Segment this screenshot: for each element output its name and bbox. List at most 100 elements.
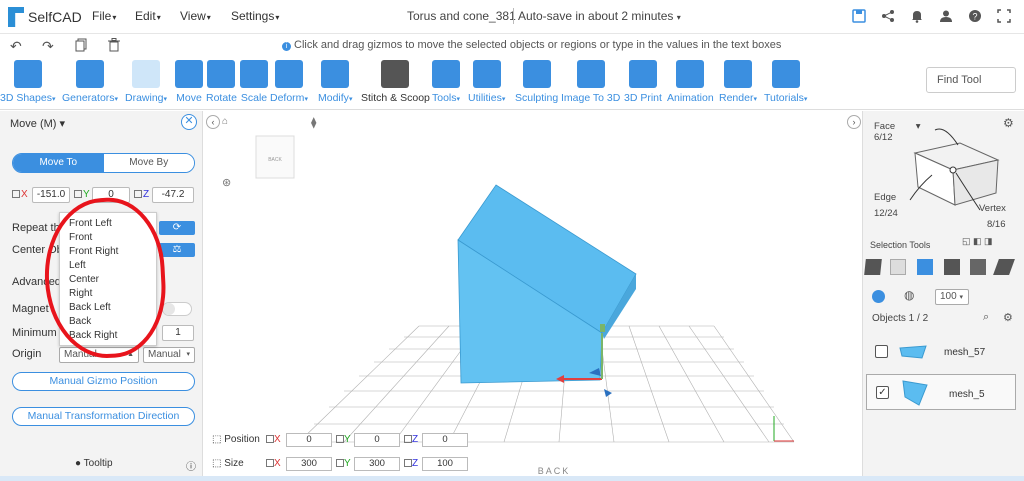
size-y-input[interactable]: 300 xyxy=(354,457,400,471)
x-input[interactable]: -151.0 xyxy=(32,187,70,203)
tool-render[interactable]: Render▾ xyxy=(719,60,757,110)
undo-icon[interactable]: ↶ xyxy=(10,38,22,55)
tool-stitch-scoop[interactable]: Stitch & Scoop xyxy=(361,60,430,110)
magnet-toggle[interactable] xyxy=(162,302,192,316)
tool-3d-print[interactable]: 3D Print xyxy=(624,60,662,110)
size-icon: ⬚ xyxy=(212,458,222,469)
copy-icon[interactable] xyxy=(75,38,87,55)
pos-z-check[interactable]: Z xyxy=(404,434,418,445)
object-name: mesh_5 xyxy=(949,389,985,400)
manual-gizmo-button[interactable]: Manual Gizmo Position xyxy=(12,372,195,391)
select-face-icon[interactable] xyxy=(917,259,933,275)
collapse-right-icon[interactable]: › xyxy=(847,115,861,129)
perspective-icon[interactable]: ⧫ xyxy=(311,116,316,129)
app-name: SelfCAD xyxy=(28,9,82,25)
selection-mode-cube[interactable] xyxy=(900,125,1010,215)
select-edge-icon[interactable] xyxy=(944,259,960,275)
z-input[interactable]: -47.2 xyxy=(152,187,194,203)
tool-3d-shapes[interactable]: 3D Shapes▾ xyxy=(0,60,55,110)
menu-file[interactable]: File▾ xyxy=(92,9,116,23)
close-panel-icon[interactable]: ✕ xyxy=(181,114,197,130)
select-mesh-icon[interactable] xyxy=(890,259,906,275)
tool-sculpting[interactable]: Sculpting xyxy=(515,60,558,110)
pos-x-input[interactable]: 0 xyxy=(286,433,332,447)
y-label[interactable]: Y xyxy=(74,189,90,200)
selfcad-logo[interactable]: SelfCAD xyxy=(8,7,82,27)
select-vertex-icon[interactable] xyxy=(970,259,986,275)
opacity-select[interactable]: 100 ▾ xyxy=(935,289,969,305)
selection-extra-icons[interactable]: ◱ ◧ ◨ xyxy=(962,236,1012,247)
share-icon[interactable] xyxy=(881,9,895,23)
size-y-check[interactable]: Y xyxy=(336,458,351,469)
origin-select-2[interactable]: Manual ▾ xyxy=(143,347,195,363)
tool-modify[interactable]: Modify▾ xyxy=(318,60,352,110)
object-row-mesh-57[interactable]: mesh_57 xyxy=(866,336,1016,368)
tool-animation[interactable]: Animation xyxy=(667,60,714,110)
tool-scale[interactable]: Scale xyxy=(240,60,268,110)
collapse-left-icon[interactable]: ‹ xyxy=(206,115,220,129)
fullscreen-icon[interactable] xyxy=(997,9,1011,23)
3d-viewport[interactable]: BACK BACK xyxy=(204,111,862,476)
manual-transform-button[interactable]: Manual Transformation Direction xyxy=(12,407,195,426)
pos-z-input[interactable]: 0 xyxy=(422,433,468,447)
size-z-check[interactable]: Z xyxy=(404,458,418,469)
z-label[interactable]: Z xyxy=(134,189,149,200)
brush-pattern-icon[interactable]: ◍ xyxy=(904,288,914,302)
home-icon[interactable]: ⌂ xyxy=(222,116,228,127)
repeat-button[interactable]: ⟳ xyxy=(159,221,195,235)
brush-color-icon[interactable] xyxy=(872,290,885,303)
camera-icon[interactable]: ⊛ xyxy=(222,176,231,189)
menu-settings[interactable]: Settings▾ xyxy=(231,9,279,23)
size-z-input[interactable]: 100 xyxy=(422,457,468,471)
menu-view[interactable]: View▾ xyxy=(180,9,211,23)
pos-y-check[interactable]: Y xyxy=(336,434,351,445)
info-icon: ⓘ xyxy=(186,462,196,473)
tool-icon xyxy=(628,60,657,88)
logo-icon xyxy=(8,7,24,27)
find-tool-input[interactable]: Find Tool xyxy=(926,67,1016,93)
delete-icon[interactable] xyxy=(108,38,120,55)
tool-label: 3D Print xyxy=(624,92,662,104)
size-x-input[interactable]: 300 xyxy=(286,457,332,471)
tool-drawing[interactable]: Drawing▾ xyxy=(125,60,167,110)
tool-tools[interactable]: Tools▾ xyxy=(432,60,460,110)
tool-tutorials[interactable]: Tutorials▾ xyxy=(764,60,807,110)
tool-utilities[interactable]: Utilities▾ xyxy=(468,60,505,110)
tooltip-bar[interactable]: ● Tooltip ⓘ xyxy=(0,458,203,473)
tool-label: Sculpting xyxy=(515,92,559,104)
menu-edit[interactable]: Edit▾ xyxy=(135,9,161,23)
autosave-status[interactable]: Auto-save in about 2 minutes ▾ xyxy=(518,9,681,23)
center-button[interactable]: ⚖ xyxy=(159,243,195,257)
settings-gear-icon[interactable]: ⚙ xyxy=(1003,311,1013,324)
pos-y-input[interactable]: 0 xyxy=(354,433,400,447)
move-by-tab[interactable]: Move By xyxy=(103,154,194,172)
minimum-input[interactable]: 1 xyxy=(162,325,194,341)
move-to-tab[interactable]: Move To xyxy=(13,154,104,172)
size-row: ⬚ Size xyxy=(212,458,244,469)
panel-title[interactable]: Move (M) ▾ xyxy=(10,117,65,130)
object-checkbox[interactable]: ✓ xyxy=(876,386,889,399)
select-object-icon[interactable] xyxy=(864,259,882,275)
tool-label: Rotate xyxy=(206,92,237,104)
document-title[interactable]: Torus and cone_381 xyxy=(407,9,516,23)
x-label[interactable]: X xyxy=(12,189,28,200)
tool-move[interactable]: Move xyxy=(175,60,203,110)
search-icon[interactable]: ⌕ xyxy=(983,311,989,324)
save-icon[interactable] xyxy=(852,9,866,23)
object-checkbox[interactable] xyxy=(875,345,888,358)
tool-image-to-3d[interactable]: Image To 3D xyxy=(561,60,620,110)
tool-generators[interactable]: Generators▾ xyxy=(62,60,118,110)
tool-deform[interactable]: Deform▾ xyxy=(270,60,308,110)
object-row-mesh-5[interactable]: ✓ mesh_5 xyxy=(866,374,1016,410)
redo-icon[interactable]: ↷ xyxy=(42,38,54,55)
help-icon[interactable]: ? xyxy=(968,9,982,23)
notifications-icon[interactable] xyxy=(910,9,924,23)
position-icon: ⬚ xyxy=(212,434,222,445)
user-icon[interactable] xyxy=(939,9,953,23)
tool-rotate[interactable]: Rotate xyxy=(206,60,237,110)
pos-x-check[interactable]: X xyxy=(266,434,281,445)
size-x-check[interactable]: X xyxy=(266,458,281,469)
tool-label: Render xyxy=(719,92,754,104)
scene-canvas[interactable]: BACK BACK xyxy=(204,111,862,476)
move-mode-toggle: Move To Move By xyxy=(12,153,195,173)
